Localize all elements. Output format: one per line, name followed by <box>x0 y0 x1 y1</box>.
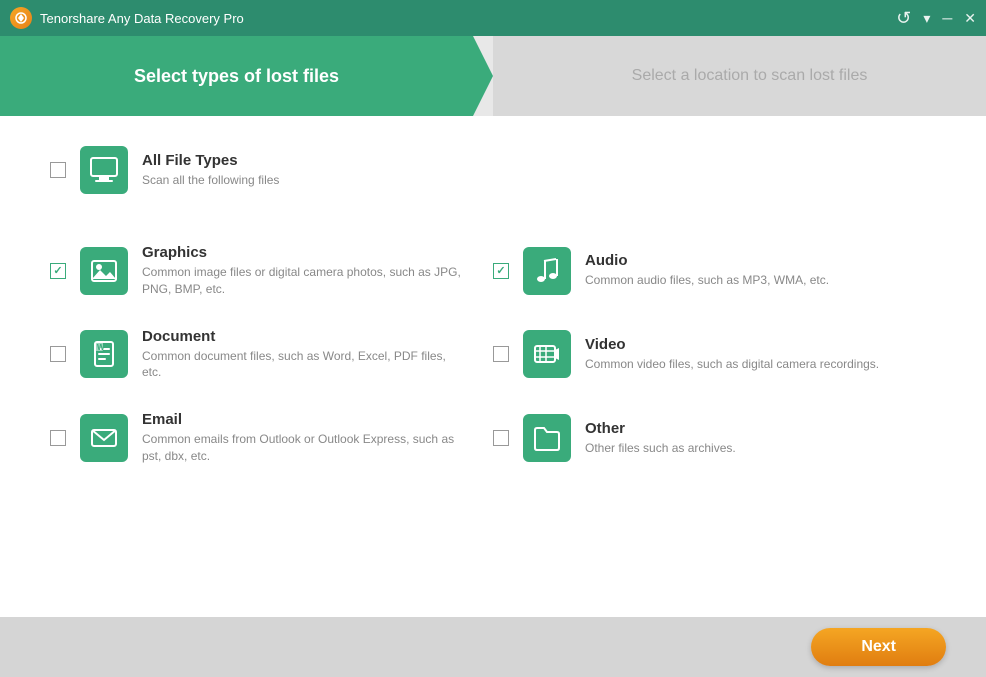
all-file-types-row: All File Types Scan all the following fi… <box>50 146 936 204</box>
document-row: W Document Common document files, such a… <box>50 318 493 392</box>
footer: Next <box>0 617 986 677</box>
email-row: Email Common emails from Outlook or Outl… <box>50 401 493 475</box>
all-file-types-info: All File Types Scan all the following fi… <box>142 152 279 189</box>
other-row: Other Other files such as archives. <box>493 401 936 475</box>
title-bar: Tenorshare Any Data Recovery Pro ↺ ▾ ─ ✕ <box>0 0 986 36</box>
audio-icon <box>523 247 571 295</box>
graphics-info: Graphics Common image files or digital c… <box>142 244 462 298</box>
app-logo <box>10 7 32 29</box>
document-icon: W <box>80 330 128 378</box>
minimize-icon[interactable]: ─ <box>942 10 952 26</box>
history-icon[interactable]: ↺ <box>896 8 911 29</box>
dropdown-icon[interactable]: ▾ <box>923 10 930 27</box>
file-types-grid: Graphics Common image files or digital c… <box>50 234 936 475</box>
other-info: Other Other files such as archives. <box>585 420 736 457</box>
audio-checkbox[interactable] <box>493 263 509 279</box>
graphics-row: Graphics Common image files or digital c… <box>50 234 493 308</box>
window-controls: ↺ ▾ ─ ✕ <box>896 8 976 29</box>
audio-info: Audio Common audio files, such as MP3, W… <box>585 252 829 289</box>
document-info: Document Common document files, such as … <box>142 328 462 382</box>
video-icon <box>523 330 571 378</box>
email-checkbox[interactable] <box>50 430 66 446</box>
audio-row: Audio Common audio files, such as MP3, W… <box>493 234 936 308</box>
all-file-types-icon <box>80 146 128 194</box>
document-checkbox[interactable] <box>50 346 66 362</box>
step2: Select a location to scan lost files <box>493 36 986 116</box>
video-row: Video Common video files, such as digita… <box>493 318 936 392</box>
other-checkbox[interactable] <box>493 430 509 446</box>
step-header: Select types of lost files Select a loca… <box>0 36 986 116</box>
step1: Select types of lost files <box>0 36 493 116</box>
other-icon <box>523 414 571 462</box>
email-icon <box>80 414 128 462</box>
next-button[interactable]: Next <box>811 628 946 666</box>
video-info: Video Common video files, such as digita… <box>585 336 879 373</box>
graphics-checkbox[interactable] <box>50 263 66 279</box>
close-icon[interactable]: ✕ <box>964 10 976 27</box>
video-checkbox[interactable] <box>493 346 509 362</box>
svg-text:W: W <box>97 343 105 352</box>
graphics-icon <box>80 247 128 295</box>
all-file-types-checkbox[interactable] <box>50 162 66 178</box>
email-info: Email Common emails from Outlook or Outl… <box>142 411 462 465</box>
app-title: Tenorshare Any Data Recovery Pro <box>40 11 896 26</box>
main-content: All File Types Scan all the following fi… <box>0 116 986 617</box>
